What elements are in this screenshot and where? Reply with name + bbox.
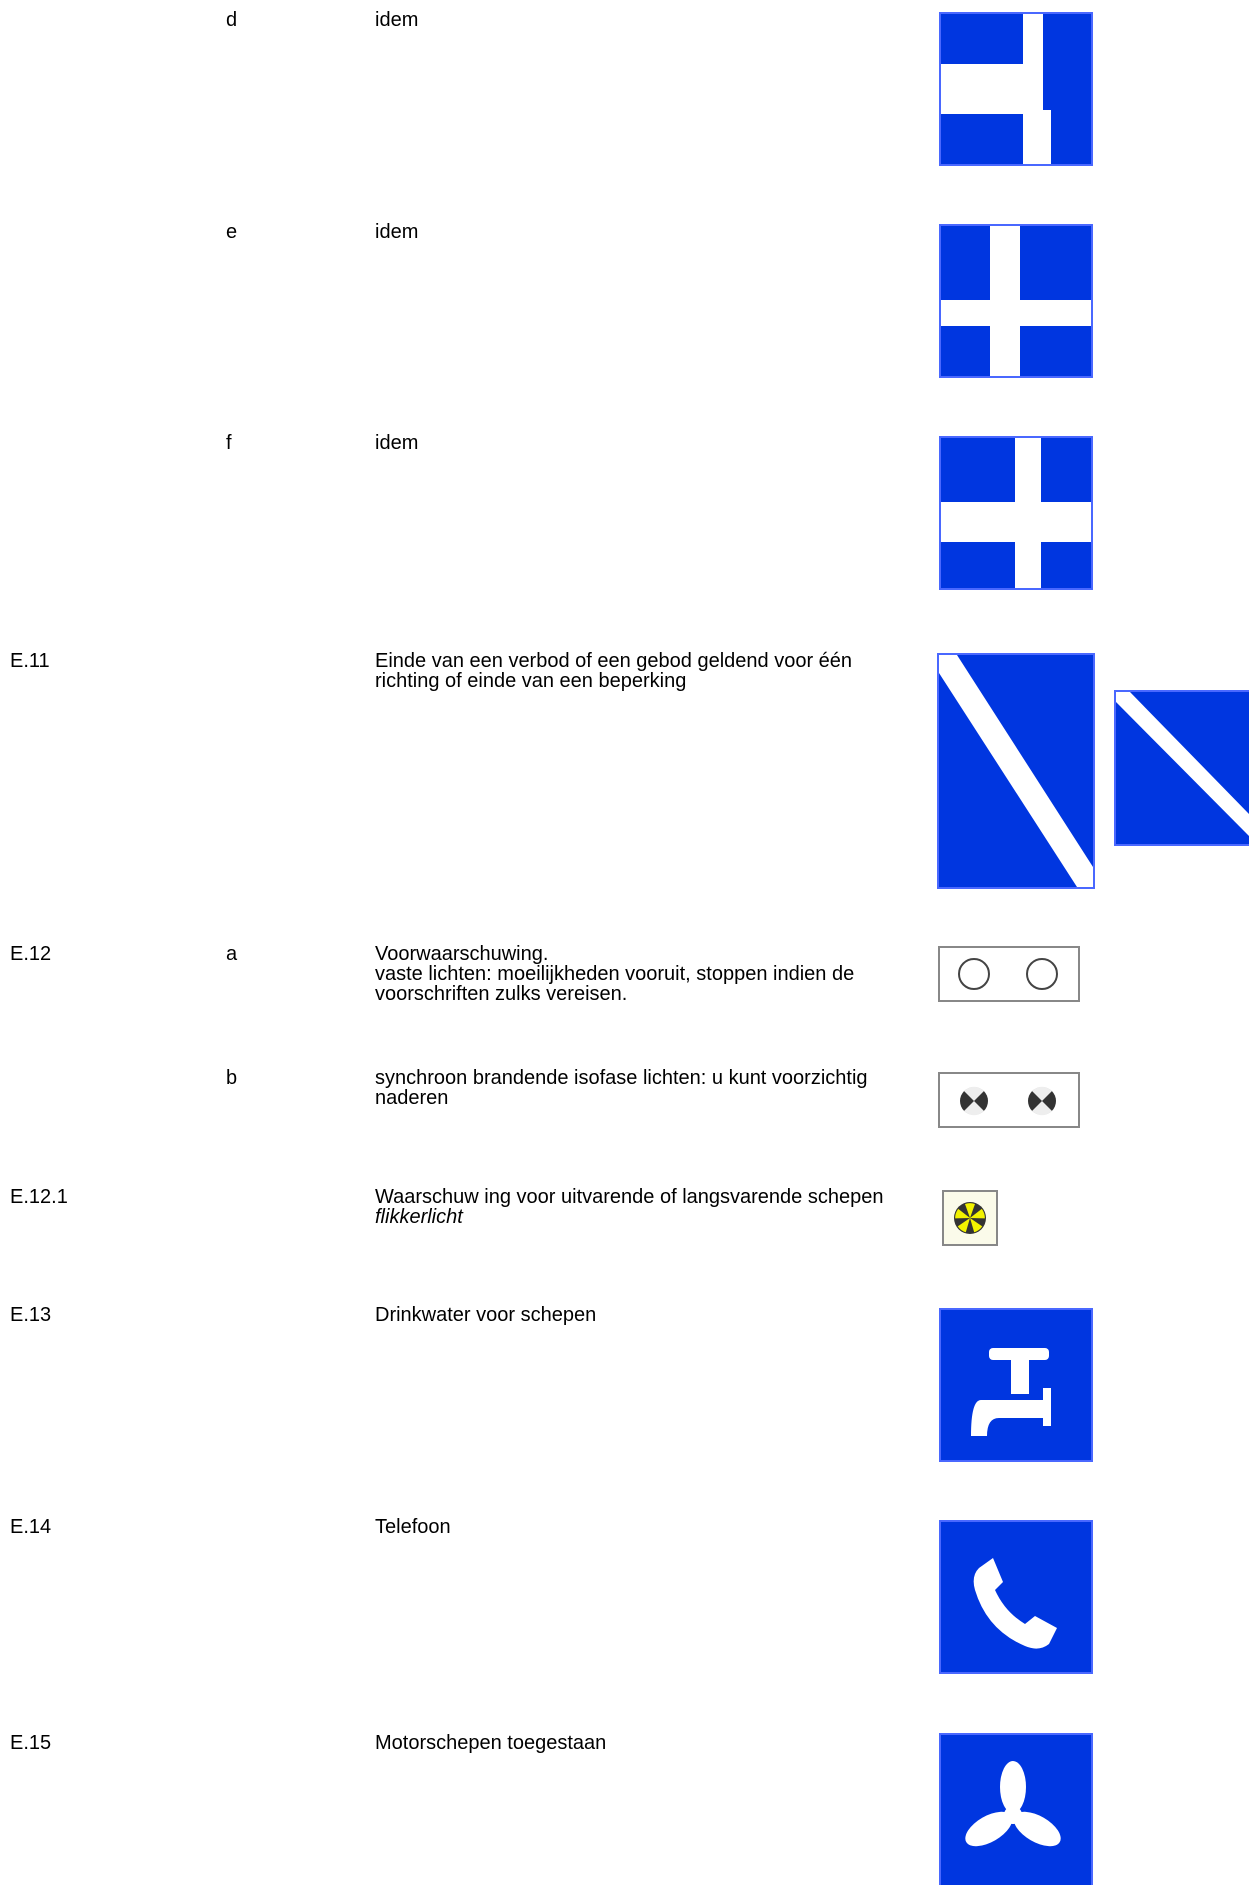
row-e12-1-text: Waarschuw ing voor uitvarende of langsva… — [375, 1186, 884, 1228]
row-e-sub: e — [226, 221, 238, 243]
row-e13-text: Drinkwater voor schepen — [375, 1304, 597, 1326]
row-d-text: idem — [375, 9, 419, 31]
propeller-icon — [939, 1733, 1093, 1885]
row-e12-1-code: E.12.1 — [10, 1186, 68, 1208]
row-e12a-sub: a — [226, 943, 238, 965]
crossroads-sign-e — [939, 224, 1093, 378]
row-e11-code: E.11 — [10, 650, 50, 672]
isophase-lights-panel — [938, 1072, 1080, 1128]
row-d-sub: d — [226, 9, 238, 31]
crossroads-sign-f — [939, 436, 1093, 590]
row-f-text: idem — [375, 432, 419, 454]
row-e12b-text: synchroon brandende isofase lichten: u k… — [375, 1067, 868, 1109]
row-e-text: idem — [375, 221, 419, 243]
row-e12a-text: Voorwaarschuwing. vaste lichten: moeilij… — [375, 943, 855, 1005]
row-e14-text: Telefoon — [375, 1516, 451, 1538]
row-e12b-sub: b — [226, 1067, 238, 1089]
end-of-restriction-sign — [937, 653, 1095, 889]
row-e15-code: E.15 — [10, 1732, 52, 1754]
row-e11-text: Einde van een verbod of een gebod gelden… — [375, 650, 853, 692]
flashing-light-panel — [942, 1190, 998, 1246]
row-f-sub: f — [226, 432, 232, 454]
end-of-restriction-sign-small — [1114, 690, 1249, 846]
telephone-handset-icon — [939, 1520, 1093, 1674]
row-e14-code: E.14 — [10, 1516, 52, 1538]
drinking-water-tap-icon — [939, 1308, 1093, 1462]
crossroads-sign-d — [939, 12, 1093, 166]
row-e15-text: Motorschepen toegestaan — [375, 1732, 607, 1754]
fixed-lights-panel — [938, 946, 1080, 1002]
row-e12-code: E.12 — [10, 943, 52, 965]
row-e13-code: E.13 — [10, 1304, 52, 1326]
